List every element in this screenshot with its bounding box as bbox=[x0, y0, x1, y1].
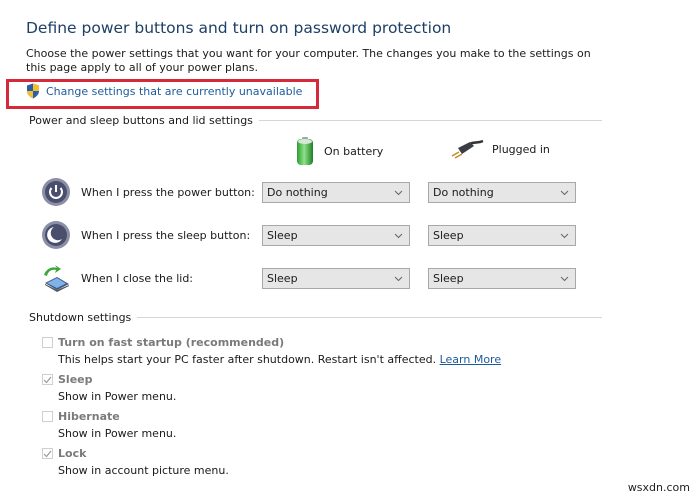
lock-description: Show in account picture menu. bbox=[58, 464, 229, 477]
checkmark-icon bbox=[43, 376, 52, 383]
learn-more-link[interactable]: Learn More bbox=[440, 353, 502, 366]
sleep-description: Show in Power menu. bbox=[58, 390, 177, 403]
shutdown-section-heading: Shutdown settings bbox=[29, 311, 602, 324]
page-description: Choose the power settings that you want … bbox=[26, 47, 591, 74]
hibernate-option[interactable]: Hibernate bbox=[42, 410, 120, 423]
sleep-button-on-battery-select[interactable]: Sleep bbox=[262, 225, 410, 246]
divider bbox=[137, 317, 602, 318]
select-value: Sleep bbox=[267, 272, 298, 285]
hibernate-checkbox[interactable] bbox=[42, 411, 53, 422]
uac-shield-icon bbox=[27, 83, 39, 99]
checkmark-icon bbox=[43, 450, 52, 457]
sleep-option[interactable]: Sleep bbox=[42, 373, 93, 386]
column-on-battery-label: On battery bbox=[324, 144, 384, 158]
fast-startup-option[interactable]: Turn on fast startup (recommended) bbox=[42, 336, 284, 349]
chevron-down-icon bbox=[394, 276, 403, 281]
column-plugged-in-label: Plugged in bbox=[492, 142, 550, 156]
lid-row: When I close the lid: bbox=[41, 263, 193, 293]
sleep-button-row: When I press the sleep button: bbox=[41, 220, 250, 250]
lock-label: Lock bbox=[58, 447, 87, 460]
hibernate-description: Show in Power menu. bbox=[58, 427, 177, 440]
power-button-label: When I press the power button: bbox=[81, 185, 255, 199]
sleep-button-label: When I press the sleep button: bbox=[81, 228, 251, 242]
fast-startup-checkbox[interactable] bbox=[42, 337, 53, 348]
chevron-down-icon bbox=[394, 190, 403, 195]
select-value: Sleep bbox=[433, 272, 464, 285]
sleep-button-icon bbox=[42, 221, 70, 249]
hibernate-label: Hibernate bbox=[58, 410, 120, 423]
power-section-heading: Power and sleep buttons and lid settings bbox=[29, 114, 602, 127]
laptop-lid-icon bbox=[44, 265, 69, 292]
power-plug-icon bbox=[451, 139, 484, 159]
select-value: Sleep bbox=[433, 229, 464, 242]
power-button-on-battery-select[interactable]: Do nothing bbox=[262, 182, 410, 203]
chevron-down-icon bbox=[560, 233, 569, 238]
sleep-checkbox[interactable] bbox=[42, 374, 53, 385]
power-section-heading-text: Power and sleep buttons and lid settings bbox=[29, 114, 253, 127]
power-button-row: When I press the power button: bbox=[41, 177, 255, 207]
select-value: Do nothing bbox=[433, 186, 494, 199]
lid-label: When I close the lid: bbox=[81, 271, 194, 285]
sleep-label: Sleep bbox=[58, 373, 93, 386]
watermark: wsxdn.com bbox=[627, 481, 690, 494]
lid-plugged-in-select[interactable]: Sleep bbox=[428, 268, 576, 289]
fast-startup-description-text: This helps start your PC faster after sh… bbox=[58, 353, 437, 366]
divider bbox=[258, 120, 602, 121]
column-on-battery: On battery bbox=[294, 136, 383, 166]
change-settings-link[interactable]: Change settings that are currently unava… bbox=[26, 83, 302, 99]
chevron-down-icon bbox=[394, 233, 403, 238]
select-value: Do nothing bbox=[267, 186, 328, 199]
change-settings-link-text[interactable]: Change settings that are currently unava… bbox=[46, 85, 302, 98]
lock-option[interactable]: Lock bbox=[42, 447, 86, 460]
power-button-plugged-in-select[interactable]: Do nothing bbox=[428, 182, 576, 203]
shutdown-section-heading-text: Shutdown settings bbox=[29, 311, 132, 324]
page-title: Define power buttons and turn on passwor… bbox=[26, 19, 452, 37]
chevron-down-icon bbox=[560, 276, 569, 281]
chevron-down-icon bbox=[560, 190, 569, 195]
power-button-icon bbox=[42, 178, 70, 206]
lock-checkbox[interactable] bbox=[42, 448, 53, 459]
fast-startup-description: This helps start your PC faster after sh… bbox=[58, 353, 501, 366]
battery-icon bbox=[297, 137, 313, 165]
sleep-button-plugged-in-select[interactable]: Sleep bbox=[428, 225, 576, 246]
fast-startup-label: Turn on fast startup (recommended) bbox=[58, 336, 285, 349]
column-plugged-in: Plugged in bbox=[450, 139, 550, 159]
select-value: Sleep bbox=[267, 229, 298, 242]
lid-on-battery-select[interactable]: Sleep bbox=[262, 268, 410, 289]
